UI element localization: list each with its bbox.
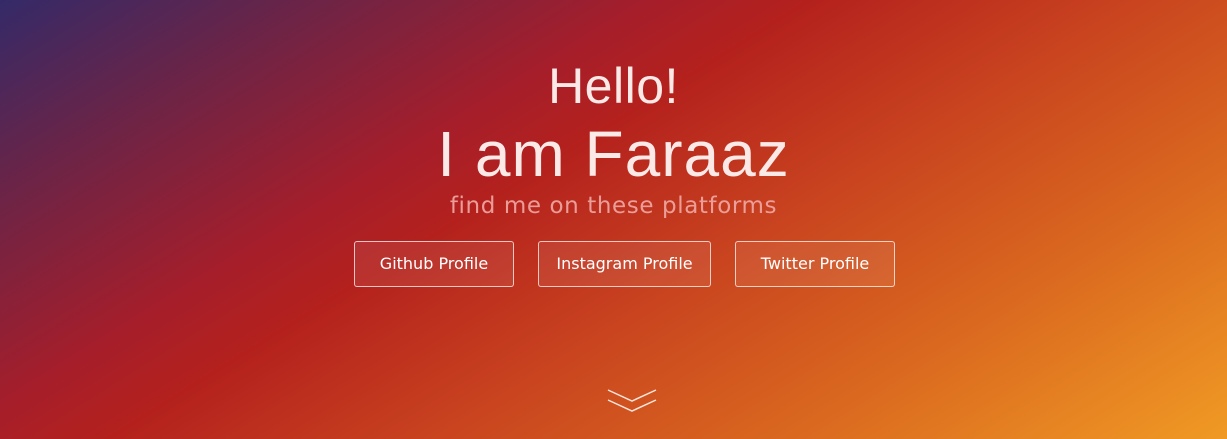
instagram-profile-button[interactable]: Instagram Profile — [538, 241, 711, 287]
tagline-text: find me on these platforms — [449, 193, 778, 219]
name-heading: I am Faraaz — [437, 118, 790, 190]
greeting-heading: Hello! — [548, 58, 679, 114]
github-profile-button[interactable]: Github Profile — [354, 241, 514, 287]
hero-section: Hello! I am Faraaz find me on these plat… — [0, 0, 1227, 439]
twitter-profile-button[interactable]: Twitter Profile — [735, 241, 895, 287]
scroll-down-button[interactable] — [606, 388, 658, 416]
double-chevron-down-icon — [607, 389, 657, 412]
profile-buttons: Github Profile Instagram Profile Twitter… — [0, 241, 1227, 287]
